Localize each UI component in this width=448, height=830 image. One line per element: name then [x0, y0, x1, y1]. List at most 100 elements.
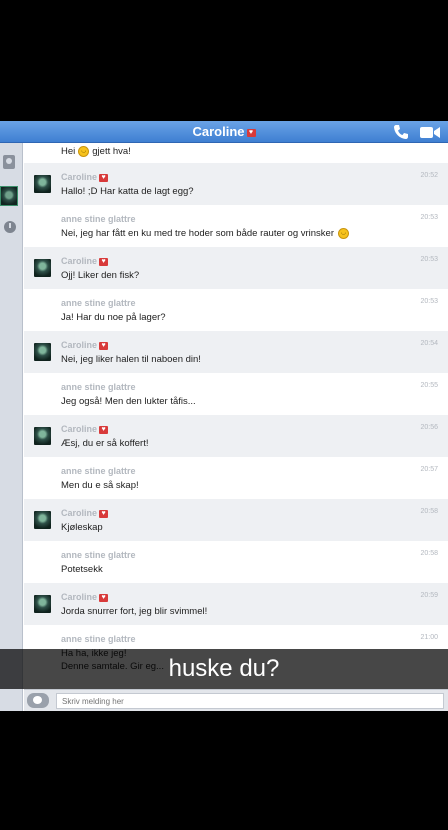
message-time: 20:56 — [420, 424, 438, 431]
message-row: Caroline ♥ 20:52 Hallo! ;D Har katta de lag… — [24, 163, 448, 205]
caption-overlay: huske du? — [0, 649, 448, 689]
message-text: Hei ◡ gjett hva! — [61, 146, 131, 157]
grin-icon: ◡ — [338, 228, 349, 239]
message-sender: Caroline ♥ — [61, 508, 109, 518]
heart-icon: ♥ — [99, 257, 109, 266]
sender-name: Caroline — [61, 256, 98, 266]
sender-name: anne stine glattre — [61, 382, 136, 392]
message-time: 20:57 — [420, 466, 438, 473]
message-text: Potetsekk — [61, 564, 103, 575]
message-body: Æsj, du er så koffert! — [61, 438, 149, 449]
contact-avatar[interactable] — [34, 595, 51, 613]
message-time: 20:53 — [420, 298, 438, 305]
smiley-icon: ◡ — [78, 146, 90, 157]
message-text: Jorda snurrer fort, jeg blir svimmel! — [61, 606, 207, 617]
message-time: 20:58 — [420, 508, 438, 515]
message-sender: anne stine glattre — [61, 298, 136, 308]
heart-icon: ♥ — [246, 128, 256, 137]
message-row: Caroline ♥ 20:56 Æsj, du er så koffert! — [24, 415, 448, 457]
message-row: Caroline ♥ 20:59 Jorda snurrer fort, jeg bl… — [24, 583, 448, 625]
message-body: Potetsekk — [61, 564, 103, 575]
clock-icon[interactable] — [4, 221, 16, 233]
message-body: Jeg også! Men den lukter tåfis... — [61, 396, 196, 407]
message-body-continued: gjett hva! — [92, 146, 131, 158]
composer-bar — [24, 689, 448, 711]
contacts-icon[interactable] — [3, 155, 15, 169]
sender-name: anne stine glattre — [61, 298, 136, 308]
emoji-icon[interactable] — [27, 693, 49, 708]
message-time: 21:00 — [420, 634, 438, 641]
sender-name: anne stine glattre — [61, 550, 136, 560]
message-text: Nei, jeg har fått en ku med tre hoder so… — [61, 228, 349, 239]
contact-avatar[interactable] — [34, 427, 51, 445]
contact-avatar[interactable] — [34, 511, 51, 529]
message-sender: anne stine glattre — [61, 466, 136, 476]
message-sender: anne stine glattre — [61, 634, 136, 644]
message-text: Ojj! Liker den fisk? — [61, 270, 139, 281]
message-body: Men du e så skap! — [61, 480, 139, 491]
message-row: anne stine glattre 20:53 Ja! Har du noe på… — [24, 289, 448, 331]
heart-icon: ♥ — [99, 425, 109, 434]
message-sender: anne stine glattre — [61, 214, 136, 224]
message-sender: anne stine glattre — [61, 550, 136, 560]
message-sender: Caroline ♥ — [61, 256, 109, 266]
message-time: 20:55 — [420, 382, 438, 389]
heart-icon: ♥ — [99, 593, 109, 602]
message-text: Men du e så skap! — [61, 480, 139, 491]
sender-name: Caroline — [61, 424, 98, 434]
message-body: Nei, jeg liker halen til naboen din! — [61, 354, 201, 365]
sender-name: Caroline — [61, 340, 98, 350]
message-text: Ja! Har du noe på lager? — [61, 312, 166, 323]
message-sender: Caroline ♥ — [61, 172, 109, 182]
message-time: 20:58 — [420, 550, 438, 557]
message-body: Hei — [61, 146, 76, 158]
message-row: anne stine glattre 20:53 Nei, jeg har fått… — [24, 205, 448, 247]
message-text: Æsj, du er så koffert! — [61, 438, 148, 449]
message-text: Jeg også! Men den lukter tåfis... — [61, 396, 196, 407]
message-row: Caroline ♥ 20:54 Nei, jeg liker halen til n… — [24, 331, 448, 373]
contact-avatar[interactable] — [34, 175, 51, 193]
message-body: Ja! Har du noe på lager? — [61, 312, 166, 323]
message-sender: Caroline ♥ — [61, 340, 109, 350]
message-body: Ojj! Liker den fisk? — [61, 270, 140, 281]
contact-avatar[interactable] — [34, 259, 51, 277]
message-sender: anne stine glattre — [61, 382, 136, 392]
message-body: Nei, jeg har fått en ku med tre hoder so… — [61, 228, 334, 240]
sender-name: Caroline — [61, 592, 98, 602]
message-row: Caroline ♥ 20:53 Ojj! Liker den fisk? — [24, 247, 448, 289]
message-row: Hei ◡ gjett hva! — [24, 143, 448, 163]
message-text: Hallo! ;D Har katta de lagt egg? — [61, 186, 194, 197]
message-sender: Caroline ♥ — [61, 592, 109, 602]
sender-name: anne stine glattre — [61, 466, 136, 476]
contact-avatar[interactable] — [34, 343, 51, 361]
sender-name: Caroline — [61, 508, 98, 518]
sidebar — [0, 121, 23, 711]
sender-name: anne stine glattre — [61, 214, 136, 224]
chat-header: Caroline ♥ — [0, 121, 448, 143]
message-text: Kjøleskap — [61, 522, 103, 533]
conversation-list: Hei ◡ gjett hva! Caroline ♥ 20:52 Hallo! ;D Ha… — [24, 143, 448, 689]
message-body: Jorda snurrer fort, jeg blir svimmel! — [61, 606, 208, 617]
message-time: 20:54 — [420, 340, 438, 347]
message-body: Hallo! ;D Har katta de lagt egg? — [61, 186, 194, 197]
message-time: 20:53 — [420, 256, 438, 263]
message-row: anne stine glattre 20:57 Men du e så skap! — [24, 457, 448, 499]
message-row: anne stine glattre 20:58 Potetsekk — [24, 541, 448, 583]
video-camera-icon[interactable] — [420, 126, 440, 139]
heart-icon: ♥ — [99, 173, 109, 182]
contact-name: Caroline — [192, 124, 245, 139]
phone-icon[interactable] — [393, 124, 409, 140]
message-body: Kjøleskap — [61, 522, 103, 533]
heart-icon: ♥ — [99, 509, 109, 518]
message-row: Caroline ♥ 20:58 Kjøleskap — [24, 499, 448, 541]
message-time: 20:59 — [420, 592, 438, 599]
message-time: 20:53 — [420, 214, 438, 221]
sender-name: Caroline — [61, 172, 98, 182]
heart-icon: ♥ — [99, 341, 109, 350]
message-input[interactable] — [56, 693, 444, 709]
active-chat-avatar[interactable] — [0, 186, 18, 206]
chat-title: Caroline ♥ — [0, 124, 448, 139]
message-row: anne stine glattre 20:55 Jeg også! Men den… — [24, 373, 448, 415]
chat-window: Caroline ♥ Hei ◡ gjett hva! Caroline ♥ 20:52 Ha… — [0, 121, 448, 711]
sender-name: anne stine glattre — [61, 634, 136, 644]
